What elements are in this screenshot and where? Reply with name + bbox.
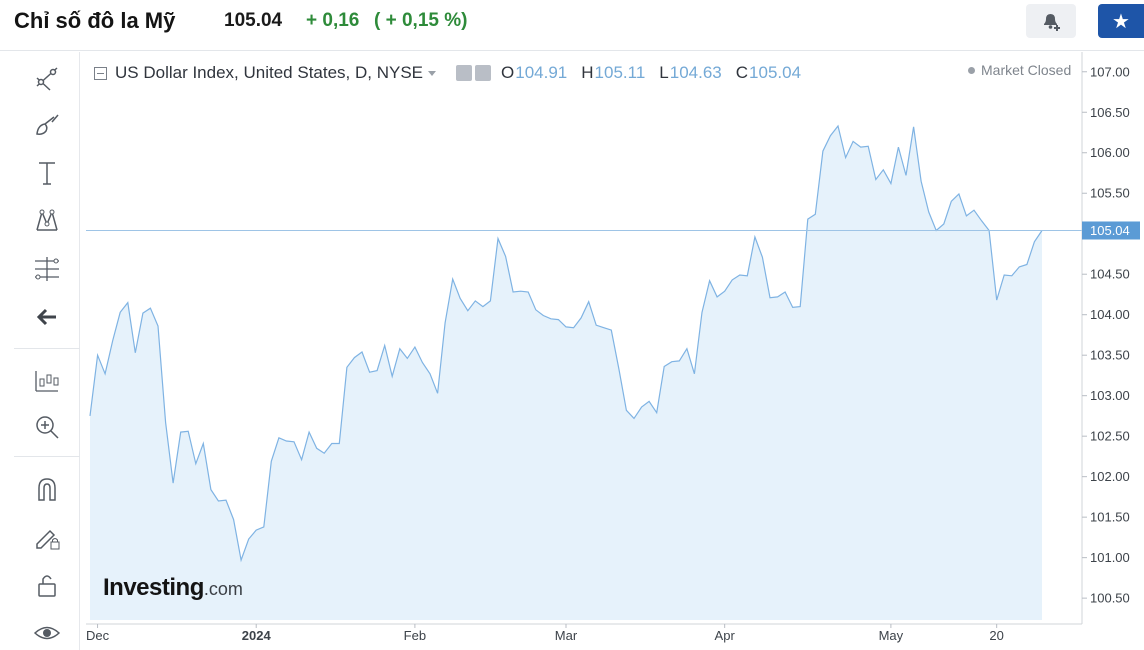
page-header: Chỉ số đô la Mỹ 105.04 + 0,16 ( + 0,15 %…: [0, 0, 1144, 46]
y-tick-label: 103.00: [1090, 388, 1130, 403]
last-price-tag: 105.04: [1082, 221, 1140, 240]
y-tick-label: 107.00: [1090, 64, 1130, 79]
pattern-tool[interactable]: [14, 202, 80, 240]
drawing-toolbar: [14, 52, 80, 650]
market-status: Market Closed: [968, 62, 1071, 78]
zoom-tool[interactable]: [14, 408, 80, 446]
eye-toggle-icon[interactable]: [456, 65, 473, 81]
legend-symbol: US Dollar Index, United States, D, NYSE: [115, 63, 424, 82]
add-alert-button[interactable]: [1026, 4, 1076, 38]
price-chart[interactable]: 100.50 101.00 101.50 102.00 102.50 103.00 103.…: [86, 52, 1144, 650]
last-price: 105.04: [224, 10, 283, 31]
low-label: L: [659, 63, 669, 82]
lock-icon: [38, 575, 56, 597]
area-fill: [90, 126, 1042, 620]
high-value: H105.11: [581, 63, 645, 83]
close-number: 105.04: [749, 63, 802, 82]
open-number: 104.91: [515, 63, 568, 82]
trend-line-icon: [36, 67, 58, 91]
magnet-tool[interactable]: [14, 470, 80, 508]
logo-domain: .com: [203, 579, 243, 599]
x-tick-label: 20: [989, 628, 1003, 643]
y-tick-label: 106.00: [1090, 145, 1130, 160]
market-status-text: Market Closed: [981, 62, 1072, 78]
chevron-down-icon[interactable]: [428, 70, 437, 76]
fib-tool[interactable]: [14, 250, 80, 288]
text-tool[interactable]: [14, 154, 80, 192]
x-tick-label: 2024: [242, 628, 272, 643]
back-tool[interactable]: [14, 298, 80, 336]
bell-plus-icon: [1044, 14, 1060, 31]
add-to-watchlist-button[interactable]: ★: [1098, 4, 1144, 38]
last-price-tag-label: 105.04: [1090, 223, 1130, 238]
x-axis: Dec 2024 Feb Mar Apr May 20: [86, 623, 1082, 643]
indicators-icon: [35, 371, 59, 392]
x-tick-label: Feb: [404, 628, 426, 643]
status-dot-icon: [968, 66, 975, 74]
brush-icon: [36, 114, 59, 135]
collapse-legend-icon[interactable]: [94, 66, 107, 80]
price-change: + 0,16: [306, 10, 360, 31]
page-title: Chỉ số đô la Mỹ: [14, 8, 176, 33]
fib-icon: [35, 257, 59, 281]
back-arrow-icon: [36, 308, 56, 326]
open-label: O: [501, 63, 515, 82]
ohlc-values: O104.91 H105.11 L104.63 C105.04: [501, 63, 801, 83]
visibility-tool[interactable]: [14, 614, 80, 650]
y-tick-label: 102.50: [1090, 429, 1130, 444]
price-change-percent: ( + 0,15 %): [374, 10, 468, 31]
y-tick-label: 100.50: [1090, 591, 1130, 606]
open-value: O104.91: [501, 63, 567, 83]
high-number: 105.11: [594, 63, 646, 82]
y-tick-label: 104.50: [1090, 267, 1130, 282]
chart-legend: US Dollar Index, United States, D, NYSE …: [94, 62, 801, 84]
low-value: L104.63: [659, 63, 721, 83]
x-tick-label: Dec: [86, 628, 110, 643]
y-tick-label: 103.50: [1090, 348, 1130, 363]
toolbar-divider: [14, 456, 80, 457]
star-icon: ★: [1112, 10, 1130, 33]
legend-settings[interactable]: [456, 65, 492, 81]
y-tick-label: 104.00: [1090, 307, 1130, 322]
text-icon: [39, 162, 55, 185]
high-label: H: [581, 63, 594, 82]
lock-tool[interactable]: [14, 566, 80, 604]
x-tick-label: Mar: [555, 628, 578, 643]
y-tick-label: 101.00: [1090, 550, 1130, 565]
gear-icon[interactable]: [475, 65, 492, 81]
trend-line-tool[interactable]: [14, 58, 80, 96]
lock-drawings-tool[interactable]: [14, 518, 80, 556]
close-label: C: [735, 63, 749, 82]
x-tick-label: Apr: [715, 628, 736, 643]
close-value: C105.04: [736, 63, 801, 83]
y-tick-label: 105.50: [1090, 186, 1130, 201]
pattern-icon: [36, 209, 58, 231]
x-tick-label: May: [879, 628, 904, 643]
eye-icon: [33, 626, 61, 640]
y-tick-label: 101.50: [1090, 510, 1130, 525]
investing-logo: Investing.com: [103, 574, 243, 602]
brush-tool[interactable]: [14, 106, 80, 144]
y-tick-label: 102.00: [1090, 469, 1130, 484]
plot-area: [86, 124, 1082, 620]
y-tick-label: 106.50: [1090, 105, 1130, 120]
lock-drawing-icon: [36, 529, 60, 550]
indicators-tool[interactable]: [14, 362, 80, 400]
magnet-icon: [38, 478, 56, 501]
low-number: 104.63: [669, 63, 722, 82]
logo-brand: Investing: [103, 574, 204, 601]
toolbar-divider: [14, 348, 80, 349]
y-axis: 100.50 101.00 101.50 102.00 102.50 103.00 103.…: [1081, 52, 1140, 624]
zoom-icon: [36, 416, 59, 439]
